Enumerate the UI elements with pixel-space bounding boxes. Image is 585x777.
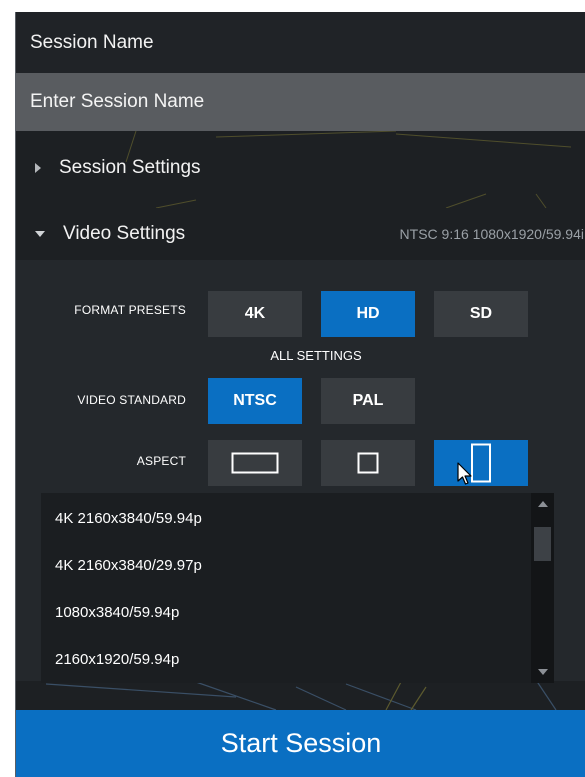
mouse-pointer-icon xyxy=(457,462,472,485)
format-presets-label: FORMAT PRESETS xyxy=(74,303,186,317)
landscape-16-9-icon xyxy=(231,452,279,474)
list-item[interactable]: 1080x3840/59.94p xyxy=(41,589,531,635)
list-item[interactable]: 4K 2160x3840/29.97p xyxy=(41,542,531,588)
scroll-up-icon[interactable] xyxy=(538,501,548,507)
aspect-label: ASPECT xyxy=(136,454,186,468)
standard-ntsc-button[interactable]: NTSC xyxy=(208,378,302,424)
aspect-square-button[interactable] xyxy=(321,440,415,486)
list-scrollbar[interactable] xyxy=(531,493,554,683)
video-settings-body: FORMAT PRESETS 4K HD SD ALL SETTINGS VID… xyxy=(16,236,585,683)
session-name-input[interactable] xyxy=(16,73,585,131)
video-settings-summary: NTSC 9:16 1080x1920/59.94i xyxy=(399,226,584,242)
aspect-portrait-button[interactable] xyxy=(434,440,528,486)
start-session-button[interactable]: Start Session xyxy=(16,710,585,777)
session-name-label: Session Name xyxy=(30,31,154,53)
portrait-9-16-icon xyxy=(471,443,491,483)
session-settings-label: Session Settings xyxy=(59,157,201,178)
video-standard-label: VIDEO STANDARD xyxy=(77,393,186,407)
preset-sd-button[interactable]: SD xyxy=(434,291,528,337)
chevron-right-icon xyxy=(35,163,41,173)
video-settings-header[interactable]: Video Settings NTSC 9:16 1080x1920/59.94… xyxy=(16,208,585,260)
session-settings-header[interactable]: Session Settings xyxy=(16,142,585,194)
list-item[interactable]: 4K 2160x3840/59.94p xyxy=(41,495,531,541)
chevron-down-icon xyxy=(35,231,45,237)
resolution-list[interactable]: 4K 2160x3840/59.94p 4K 2160x3840/29.97p … xyxy=(41,493,554,683)
standard-pal-button[interactable]: PAL xyxy=(321,378,415,424)
session-panel: Session Name Session Settings FORMAT PRE… xyxy=(15,12,585,777)
preset-4k-button[interactable]: 4K xyxy=(208,291,302,337)
scroll-thumb[interactable] xyxy=(534,527,551,561)
session-name-header: Session Name xyxy=(16,12,585,73)
aspect-landscape-button[interactable] xyxy=(208,440,302,486)
list-item[interactable]: 2160x1920/59.94p xyxy=(41,636,531,682)
scroll-down-icon[interactable] xyxy=(538,669,548,675)
preset-hd-button[interactable]: HD xyxy=(321,291,415,337)
square-4-3-icon xyxy=(357,452,379,474)
video-settings-label: Video Settings xyxy=(63,223,186,244)
all-settings-label: ALL SETTINGS xyxy=(270,348,362,363)
